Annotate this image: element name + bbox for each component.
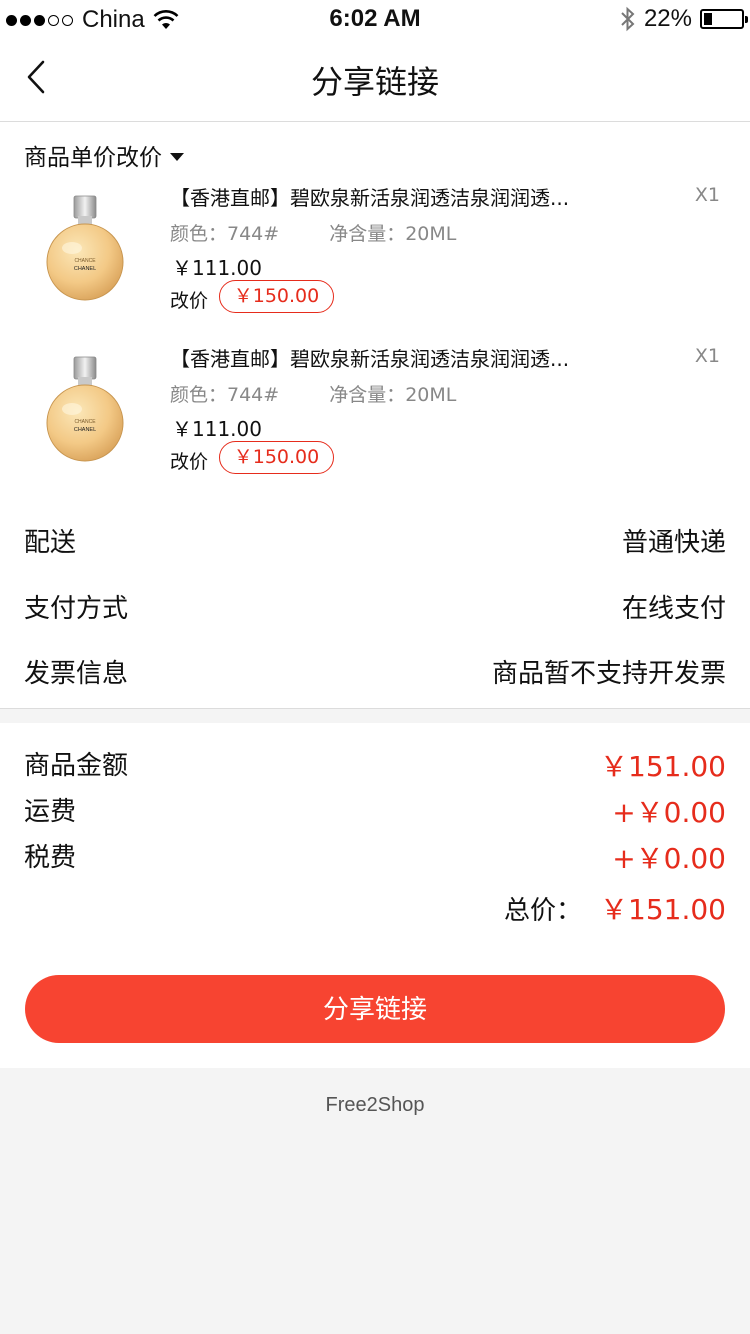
payment-label: 支付方式 xyxy=(24,594,129,624)
price-change-dropdown[interactable]: 商品单价改价 xyxy=(24,138,184,172)
nav-bar: 分享链接 xyxy=(0,40,750,122)
payment-value: 在线支付 xyxy=(621,594,726,624)
shipping-value: +￥0.00 xyxy=(612,796,726,829)
price-change-label: 改价 xyxy=(170,451,209,473)
battery-level xyxy=(704,13,712,25)
product-item: CHANCE CHANEL 【香港直邮】碧欧泉新活泉润透洁泉润润透... X1 … xyxy=(0,343,750,493)
price-change-label: 改价 xyxy=(170,290,209,312)
footer-brand: Free2Shop xyxy=(325,1094,425,1116)
delivery-label: 配送 xyxy=(24,528,77,558)
price-change-input[interactable]: ￥150.00 xyxy=(219,441,334,474)
goods-amount-label: 商品金额 xyxy=(24,751,129,781)
perfume-bottle-image: CHANCE CHANEL xyxy=(46,195,124,301)
goods-amount-value: ￥151.00 xyxy=(600,750,726,783)
tax-value: +￥0.00 xyxy=(612,842,726,875)
shipping-label: 运费 xyxy=(24,797,77,827)
product-item: CHANCE CHANEL 【香港直邮】碧欧泉新活泉润透洁泉润润透... X1 … xyxy=(0,182,750,332)
tax-row: 税费 +￥0.00 xyxy=(24,837,726,877)
chevron-left-icon xyxy=(27,60,45,94)
product-name[interactable]: 【香港直邮】碧欧泉新活泉润透洁泉润润透... xyxy=(170,343,590,372)
product-price: ￥111.00 xyxy=(172,256,262,280)
section-gap xyxy=(0,709,750,723)
total-row: 总价： ￥151.00 xyxy=(504,888,726,928)
product-attributes: 颜色：744# 净含量：20ML xyxy=(170,380,456,407)
product-volume: 净含量：20ML xyxy=(329,223,457,245)
status-bar: China 6:02 AM 22% xyxy=(0,0,750,40)
tax-label: 税费 xyxy=(24,843,77,873)
bottle-label-1: CHANCE xyxy=(74,258,96,264)
total-label: 总价： xyxy=(504,896,583,926)
delivery-value: 普通快递 xyxy=(621,528,726,558)
goods-amount-row: 商品金额 ￥151.00 xyxy=(24,745,726,785)
bottle-label-2: CHANEL xyxy=(74,266,96,272)
bluetooth-icon xyxy=(621,6,635,32)
invoice-label: 发票信息 xyxy=(24,659,129,689)
perfume-bottle-image: CHANCE CHANEL xyxy=(46,356,124,462)
share-link-button[interactable]: 分享链接 xyxy=(25,975,725,1043)
product-quantity: X1 xyxy=(694,184,720,206)
bottle-label-1: CHANCE xyxy=(74,419,96,425)
product-volume: 净含量：20ML xyxy=(329,384,457,406)
total-value: ￥151.00 xyxy=(600,893,726,926)
battery-percent: 22% xyxy=(643,5,692,32)
back-button[interactable] xyxy=(14,52,58,102)
battery-icon xyxy=(700,9,748,29)
product-name[interactable]: 【香港直邮】碧欧泉新活泉润透洁泉润润透... xyxy=(170,182,590,211)
invoice-value: 商品暂不支持开发票 xyxy=(491,659,726,689)
caret-down-icon xyxy=(170,152,184,161)
bottle-label-2: CHANEL xyxy=(74,427,96,433)
section-title-label: 商品单价改价 xyxy=(24,145,162,171)
payment-row[interactable]: 支付方式 在线支付 xyxy=(24,588,726,628)
product-color: 颜色：744# xyxy=(170,384,280,406)
product-quantity: X1 xyxy=(694,345,720,367)
product-color: 颜色：744# xyxy=(170,223,280,245)
product-price: ￥111.00 xyxy=(172,417,262,441)
footer: Free2Shop xyxy=(0,1068,750,1334)
delivery-row[interactable]: 配送 普通快递 xyxy=(24,522,726,562)
product-attributes: 颜色：744# 净含量：20ML xyxy=(170,219,456,246)
shipping-row: 运费 +￥0.00 xyxy=(24,791,726,831)
status-right: 22% xyxy=(620,5,748,33)
price-change-input[interactable]: ￥150.00 xyxy=(219,280,334,313)
invoice-row[interactable]: 发票信息 商品暂不支持开发票 xyxy=(24,653,726,693)
page-title: 分享链接 xyxy=(310,63,439,101)
